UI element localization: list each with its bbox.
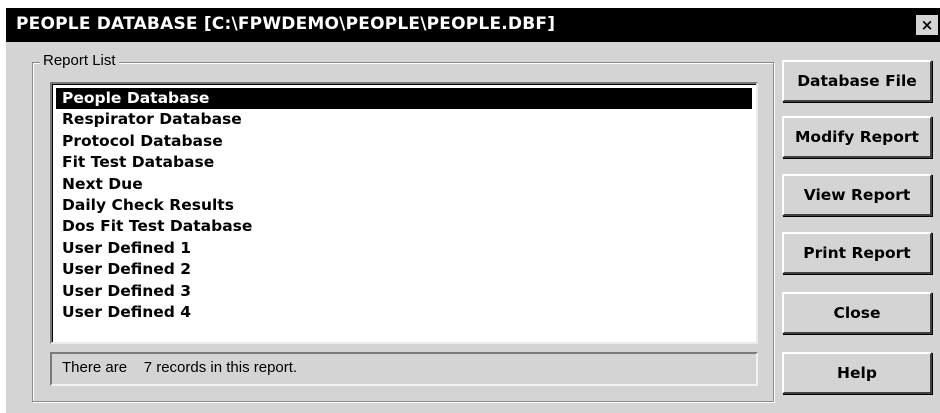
list-item[interactable]: Dos Fit Test Database (56, 216, 752, 237)
list-item[interactable]: Fit Test Database (56, 152, 752, 173)
report-listbox[interactable]: People Database Respirator Database Prot… (50, 82, 758, 344)
list-item[interactable]: User Defined 4 (56, 302, 752, 323)
help-button[interactable]: Help (782, 352, 932, 394)
report-list-label: Report List (40, 52, 119, 69)
title-bar[interactable]: PEOPLE DATABASE [C:\FPWDEMO\PEOPLE\PEOPL… (6, 8, 940, 42)
people-database-dialog: PEOPLE DATABASE [C:\FPWDEMO\PEOPLE\PEOPL… (6, 8, 940, 413)
list-item[interactable]: User Defined 1 (56, 238, 752, 259)
status-text: There are 7 records in this report. (62, 359, 298, 376)
list-item[interactable]: User Defined 3 (56, 281, 752, 302)
database-file-button[interactable]: Database File (782, 60, 932, 102)
status-box: There are 7 records in this report. (50, 352, 758, 386)
print-report-button[interactable]: Print Report (782, 232, 932, 274)
list-item[interactable]: Daily Check Results (56, 195, 752, 216)
view-report-button[interactable]: View Report (782, 174, 932, 216)
list-item[interactable]: Next Due (56, 174, 752, 195)
list-item[interactable]: Respirator Database (56, 109, 752, 130)
modify-report-button[interactable]: Modify Report (782, 116, 932, 158)
list-item[interactable]: Protocol Database (56, 131, 752, 152)
close-icon[interactable]: × (916, 15, 938, 35)
list-item[interactable]: User Defined 2 (56, 259, 752, 280)
close-button[interactable]: Close (782, 292, 932, 334)
window-title: PEOPLE DATABASE [C:\FPWDEMO\PEOPLE\PEOPL… (16, 14, 556, 34)
list-item[interactable]: People Database (56, 88, 752, 110)
